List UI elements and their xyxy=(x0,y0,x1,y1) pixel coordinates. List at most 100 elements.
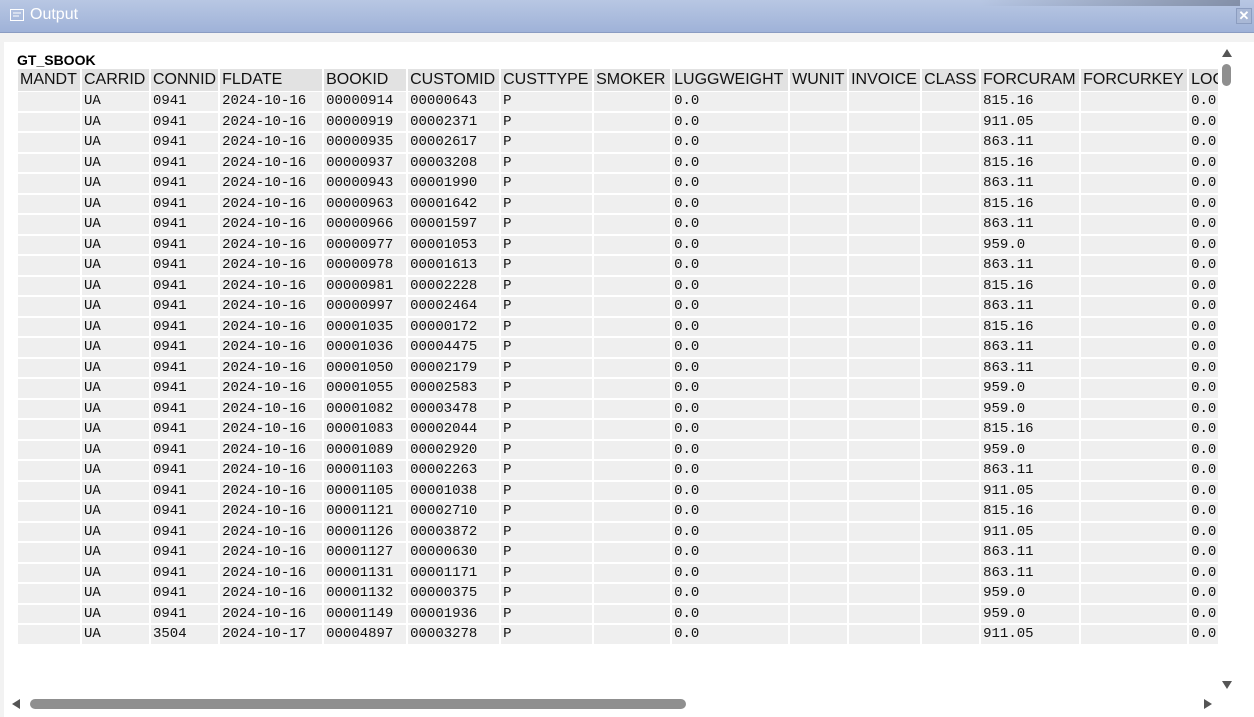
cell-carrid: UA xyxy=(82,480,149,501)
cell-class xyxy=(922,173,980,194)
table-row[interactable]: UA 0941 2024-10-16 00001149 00001936 P 0.0 959.… xyxy=(18,603,1218,624)
table-row[interactable]: UA 0941 2024-10-16 00000914 00000643 P 0.0 815.… xyxy=(18,91,1218,112)
cell-carrid: UA xyxy=(82,583,149,604)
cell-bookid: 00001105 xyxy=(324,480,407,501)
cell-carrid: UA xyxy=(82,562,149,583)
table-row[interactable]: UA 0941 2024-10-16 00001050 00002179 P 0.0 863.… xyxy=(18,357,1218,378)
table-row[interactable]: UA 0941 2024-10-16 00001126 00003872 P 0.0 911.… xyxy=(18,521,1218,542)
column-header-mandt[interactable]: MANDT xyxy=(18,69,80,91)
cell-luggweight: 0.0 xyxy=(672,460,789,481)
table-row[interactable]: UA 0941 2024-10-16 00000977 00001053 P 0.0 959.… xyxy=(18,234,1218,255)
cell-custtype: P xyxy=(501,603,593,624)
column-header-fldate[interactable]: FLDATE xyxy=(220,69,323,91)
cell-mandt xyxy=(18,173,80,194)
cell-bookid: 00001083 xyxy=(324,419,407,440)
column-header-forcuram[interactable]: FORCURAM xyxy=(981,69,1080,91)
cell-bookid: 00001103 xyxy=(324,460,407,481)
column-header-smoker[interactable]: SMOKER xyxy=(594,69,671,91)
cell-customid: 00002710 xyxy=(408,501,500,522)
table-body: UA 0941 2024-10-16 00000914 00000643 P 0.0 815.… xyxy=(18,91,1218,645)
close-icon[interactable]: ✕ xyxy=(1236,8,1252,24)
column-header-luggweight[interactable]: LUGGWEIGHT xyxy=(672,69,789,91)
column-header-loccu[interactable]: LOCCU xyxy=(1189,69,1218,91)
cell-smoker xyxy=(594,255,671,276)
column-header-class[interactable]: CLASS xyxy=(922,69,980,91)
table-row[interactable]: UA 0941 2024-10-16 00001103 00002263 P 0.0 863.… xyxy=(18,460,1218,481)
window-titlebar[interactable]: Output ✕ xyxy=(0,0,1254,33)
cell-mandt xyxy=(18,378,80,399)
column-header-custtype[interactable]: CUSTTYPE xyxy=(501,69,593,91)
column-header-wunit[interactable]: WUNIT xyxy=(790,69,848,91)
cell-invoice xyxy=(849,152,921,173)
cell-invoice xyxy=(849,521,921,542)
table-row[interactable]: UA 0941 2024-10-16 00000919 00002371 P 0.0 911.… xyxy=(18,111,1218,132)
cell-bookid: 00000981 xyxy=(324,275,407,296)
cell-invoice xyxy=(849,214,921,235)
horizontal-scrollbar-thumb[interactable] xyxy=(30,699,686,709)
cell-loccu: 0.0 xyxy=(1189,439,1218,460)
cell-class xyxy=(922,521,980,542)
cell-forcuram: 911.05 xyxy=(981,111,1080,132)
cell-customid: 00004475 xyxy=(408,337,500,358)
table-row[interactable]: UA 0941 2024-10-16 00000978 00001613 P 0.0 863.… xyxy=(18,255,1218,276)
table-row[interactable]: UA 0941 2024-10-16 00000981 00002228 P 0.0 815.… xyxy=(18,275,1218,296)
cell-connid: 0941 xyxy=(151,275,219,296)
column-header-invoice[interactable]: INVOICE xyxy=(849,69,921,91)
scroll-down-arrow-icon[interactable] xyxy=(1222,681,1232,689)
scroll-left-arrow-icon[interactable] xyxy=(12,699,20,709)
cell-forcurkey xyxy=(1081,132,1188,153)
cell-custtype: P xyxy=(501,460,593,481)
table-row[interactable]: UA 0941 2024-10-16 00001121 00002710 P 0.0 815.… xyxy=(18,501,1218,522)
window-title: Output xyxy=(30,6,79,23)
cell-mandt xyxy=(18,480,80,501)
table-row[interactable]: UA 0941 2024-10-16 00000937 00003208 P 0.0 815.… xyxy=(18,152,1218,173)
table-row[interactable]: UA 0941 2024-10-16 00001055 00002583 P 0.0 959.… xyxy=(18,378,1218,399)
cell-forcurkey xyxy=(1081,583,1188,604)
cell-forcuram: 911.05 xyxy=(981,480,1080,501)
scroll-up-arrow-icon[interactable] xyxy=(1222,49,1232,57)
table-row[interactable]: UA 0941 2024-10-16 00001089 00002920 P 0.0 959.… xyxy=(18,439,1218,460)
table-row[interactable]: UA 0941 2024-10-16 00000935 00002617 P 0.0 863.… xyxy=(18,132,1218,153)
table-row[interactable]: UA 0941 2024-10-16 00001127 00000630 P 0.0 863.… xyxy=(18,542,1218,563)
table-row[interactable]: UA 0941 2024-10-16 00000997 00002464 P 0.0 863.… xyxy=(18,296,1218,317)
cell-luggweight: 0.0 xyxy=(672,91,789,112)
cell-mandt xyxy=(18,583,80,604)
column-header-bookid[interactable]: BOOKID xyxy=(324,69,407,91)
cell-custtype: P xyxy=(501,132,593,153)
cell-invoice xyxy=(849,419,921,440)
cell-customid: 00001038 xyxy=(408,480,500,501)
data-grid[interactable]: MANDT CARRID CONNID FLDATE BOOKID CUSTOMID CUS… xyxy=(18,69,1218,696)
cell-forcuram: 863.11 xyxy=(981,337,1080,358)
cell-carrid: UA xyxy=(82,316,149,337)
cell-forcurkey xyxy=(1081,439,1188,460)
cell-loccu: 0.0 xyxy=(1189,193,1218,214)
cell-luggweight: 0.0 xyxy=(672,419,789,440)
cell-fldate: 2024-10-16 xyxy=(220,337,323,358)
cell-loccu: 0.0 xyxy=(1189,111,1218,132)
table-row[interactable]: UA 0941 2024-10-16 00001035 00000172 P 0.0 815.… xyxy=(18,316,1218,337)
table-row[interactable]: UA 0941 2024-10-16 00000966 00001597 P 0.0 863.… xyxy=(18,214,1218,235)
column-header-forcurkey[interactable]: FORCURKEY xyxy=(1081,69,1188,91)
cell-forcurkey xyxy=(1081,111,1188,132)
table-row[interactable]: UA 0941 2024-10-16 00001131 00001171 P 0.0 863.… xyxy=(18,562,1218,583)
table-row[interactable]: UA 0941 2024-10-16 00000943 00001990 P 0.0 863.… xyxy=(18,173,1218,194)
cell-loccu: 0.0 xyxy=(1189,337,1218,358)
scroll-right-arrow-icon[interactable] xyxy=(1204,699,1212,709)
cell-bookid: 00000935 xyxy=(324,132,407,153)
cell-smoker xyxy=(594,357,671,378)
table-row[interactable]: UA 0941 2024-10-16 00001082 00003478 P 0.0 959.… xyxy=(18,398,1218,419)
table-row[interactable]: UA 0941 2024-10-16 00000963 00001642 P 0.0 815.… xyxy=(18,193,1218,214)
table-row[interactable]: UA 3504 2024-10-17 00004897 00003278 P 0.0 911.… xyxy=(18,624,1218,645)
vertical-scrollbar-thumb[interactable] xyxy=(1222,64,1231,86)
cell-mandt xyxy=(18,234,80,255)
table-row[interactable]: UA 0941 2024-10-16 00001105 00001038 P 0.0 911.… xyxy=(18,480,1218,501)
column-header-customid[interactable]: CUSTOMID xyxy=(408,69,500,91)
column-header-carrid[interactable]: CARRID xyxy=(82,69,149,91)
cell-customid: 00002617 xyxy=(408,132,500,153)
cell-class xyxy=(922,419,980,440)
column-header-connid[interactable]: CONNID xyxy=(151,69,219,91)
table-row[interactable]: UA 0941 2024-10-16 00001132 00000375 P 0.0 959.… xyxy=(18,583,1218,604)
table-row[interactable]: UA 0941 2024-10-16 00001036 00004475 P 0.0 863.… xyxy=(18,337,1218,358)
cell-smoker xyxy=(594,91,671,112)
table-row[interactable]: UA 0941 2024-10-16 00001083 00002044 P 0.0 815.… xyxy=(18,419,1218,440)
